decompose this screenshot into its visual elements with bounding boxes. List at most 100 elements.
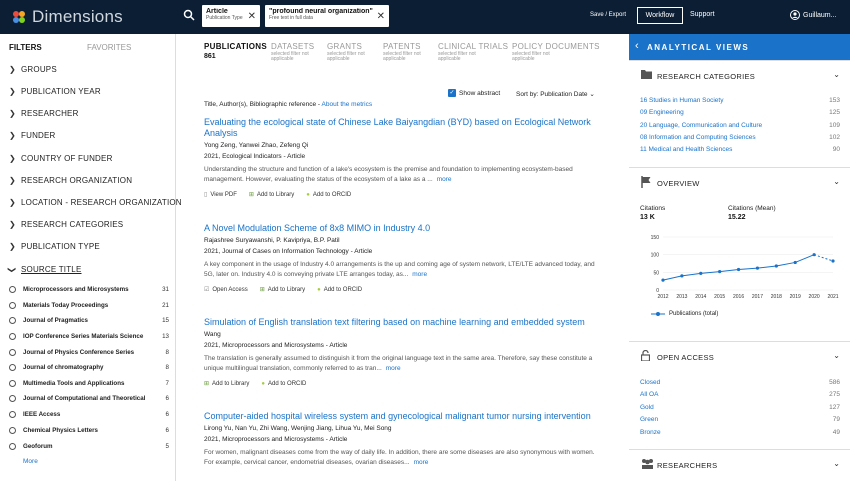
category-row[interactable]: 08 Information and Computing Sciences 102 bbox=[640, 134, 840, 141]
category-row[interactable]: 09 Engineering 125 bbox=[640, 109, 840, 116]
close-icon[interactable]: ✕ bbox=[248, 11, 256, 22]
show-abstract-toggle[interactable]: ✓ Show abstract bbox=[448, 89, 500, 97]
radio-icon[interactable] bbox=[9, 316, 16, 324]
sort-dropdown[interactable]: Sort by: Publication Date ⌄ bbox=[516, 90, 595, 98]
category-row[interactable]: 11 Medical and Health Sciences 90 bbox=[640, 146, 840, 153]
search-icon[interactable] bbox=[183, 9, 195, 21]
open-access-row[interactable]: All OA 275 bbox=[640, 391, 840, 398]
open-access-row[interactable]: Closed 586 bbox=[640, 379, 840, 386]
oa-name[interactable]: Gold bbox=[640, 404, 654, 411]
oa-name[interactable]: Closed bbox=[640, 379, 660, 386]
add-to-library-button[interactable]: ⊞ Add to Library bbox=[260, 286, 305, 294]
user-menu[interactable]: Guillaum... bbox=[790, 10, 836, 20]
radio-icon[interactable] bbox=[9, 426, 16, 434]
view-pdf-button[interactable]: ▯ View PDF bbox=[204, 191, 237, 199]
filter-chip-publication-type[interactable]: Article Publication Type ✕ bbox=[202, 5, 260, 27]
source-option[interactable]: Multimedia Tools and Applications 7 bbox=[9, 377, 169, 389]
radio-icon[interactable] bbox=[9, 285, 16, 293]
checkbox-checked-icon[interactable]: ✓ bbox=[448, 89, 456, 97]
tab-policy-documents[interactable]: POLICY DOCUMENTS selected filter not appl… bbox=[512, 42, 600, 62]
facet-publication-year[interactable]: ❯ PUBLICATION YEAR bbox=[9, 87, 101, 96]
more-link[interactable]: more bbox=[386, 365, 401, 372]
radio-icon[interactable] bbox=[9, 442, 16, 450]
result-title[interactable]: A Novel Modulation Scheme of 8x8 MIMO in… bbox=[204, 223, 604, 234]
tab-datasets[interactable]: DATASETS selected filter not applicable bbox=[271, 42, 317, 62]
category-row[interactable]: 16 Studies in Human Society 153 bbox=[640, 97, 840, 104]
tab-filters[interactable]: FILTERS bbox=[9, 43, 89, 52]
oa-name[interactable]: All OA bbox=[640, 391, 658, 398]
analytical-views-header[interactable]: ‹ ANALYTICAL VIEWS bbox=[629, 34, 850, 60]
section-overview[interactable]: OVERVIEW ⌄ bbox=[629, 167, 850, 197]
radio-icon[interactable] bbox=[9, 379, 16, 387]
facet-research-organization[interactable]: ❯ RESEARCH ORGANIZATION bbox=[9, 176, 132, 185]
tab-patents[interactable]: PATENTS selected filter not applicable bbox=[383, 42, 429, 62]
facet-location-research-organization[interactable]: ❯ LOCATION - RESEARCH ORGANIZATION bbox=[9, 198, 182, 207]
facet-country-of-funder[interactable]: ❯ COUNTRY OF FUNDER bbox=[9, 154, 113, 163]
source-option[interactable]: Geoforum 5 bbox=[9, 440, 169, 452]
source-option[interactable]: Journal of chromatography 8 bbox=[9, 361, 169, 373]
source-option[interactable]: Chemical Physics Letters 6 bbox=[9, 424, 169, 436]
source-option[interactable]: IEEE Access 6 bbox=[9, 408, 169, 420]
radio-icon[interactable] bbox=[9, 301, 16, 309]
facet-publication-type[interactable]: ❯ PUBLICATION TYPE bbox=[9, 242, 100, 251]
open-access-row[interactable]: Green 79 bbox=[640, 416, 840, 423]
source-option[interactable]: Journal of Computational and Theoretical… bbox=[9, 392, 169, 404]
section-open-access[interactable]: OPEN ACCESS ⌄ bbox=[629, 341, 850, 371]
add-to-orcid-button[interactable]: ● Add to ORCID bbox=[306, 192, 351, 198]
workflow-button[interactable]: Workflow bbox=[637, 7, 683, 24]
radio-icon[interactable] bbox=[9, 394, 16, 402]
category-name[interactable]: 11 Medical and Health Sciences bbox=[640, 146, 732, 153]
tab-publications[interactable]: PUBLICATIONS 861 bbox=[204, 42, 267, 60]
result-title[interactable]: Simulation of English translation text f… bbox=[204, 317, 604, 328]
more-sources-link[interactable]: More bbox=[23, 458, 38, 465]
source-count: 6 bbox=[165, 426, 169, 434]
source-option[interactable]: Journal of Pragmatics 15 bbox=[9, 314, 169, 326]
chevron-left-icon[interactable]: ‹ bbox=[635, 40, 639, 52]
open-access-row[interactable]: Bronze 49 bbox=[640, 429, 840, 436]
category-name[interactable]: 08 Information and Computing Sciences bbox=[640, 134, 756, 141]
open-access-badge[interactable]: ☑ Open Access bbox=[204, 286, 248, 294]
radio-icon[interactable] bbox=[9, 332, 16, 340]
result-title[interactable]: Evaluating the ecological state of Chine… bbox=[204, 117, 604, 139]
add-to-orcid-button[interactable]: ● Add to ORCID bbox=[261, 381, 306, 387]
close-icon[interactable]: ✕ bbox=[377, 11, 385, 22]
tab-grants[interactable]: GRANTS selected filter not applicable bbox=[327, 42, 373, 62]
add-to-orcid-button[interactable]: ● Add to ORCID bbox=[317, 287, 362, 293]
more-link[interactable]: more bbox=[437, 176, 452, 183]
facet-source-title[interactable]: ❯ SOURCE TITLE bbox=[8, 265, 82, 274]
radio-icon[interactable] bbox=[9, 363, 16, 371]
open-access-row[interactable]: Gold 127 bbox=[640, 404, 840, 411]
about-metrics-link[interactable]: About the metrics bbox=[322, 101, 373, 108]
facet-researcher[interactable]: ❯ RESEARCHER bbox=[9, 109, 79, 118]
section-researchers[interactable]: RESEARCHERS ⌄ bbox=[629, 449, 850, 479]
add-to-library-button[interactable]: ⊞ Add to Library bbox=[249, 191, 294, 199]
radio-icon[interactable] bbox=[9, 348, 16, 356]
more-link[interactable]: more bbox=[412, 271, 427, 278]
facet-funder[interactable]: ❯ FUNDER bbox=[9, 131, 56, 140]
tab-clinical-trials[interactable]: CLINICAL TRIALS selected filter not appli… bbox=[438, 42, 508, 62]
category-row[interactable]: 20 Language, Communication and Culture 10… bbox=[640, 122, 840, 129]
tab-label: GRANTS bbox=[327, 42, 363, 51]
source-option[interactable]: IOP Conference Series Materials Science 1… bbox=[9, 330, 169, 342]
tab-favorites[interactable]: FAVORITES bbox=[87, 43, 167, 52]
facet-groups[interactable]: ❯ GROUPS bbox=[9, 65, 57, 74]
more-link[interactable]: more bbox=[414, 459, 429, 466]
source-option[interactable]: Journal of Physics Conference Series 8 bbox=[9, 346, 169, 358]
dimensions-logo[interactable]: Dimensions bbox=[10, 7, 123, 27]
filter-chip-free-text[interactable]: "profound neural organization" ... Free … bbox=[265, 5, 389, 27]
category-name[interactable]: 16 Studies in Human Society bbox=[640, 97, 723, 104]
category-count: 109 bbox=[829, 122, 840, 129]
category-name[interactable]: 09 Engineering bbox=[640, 109, 684, 116]
facet-research-categories[interactable]: ❯ RESEARCH CATEGORIES bbox=[9, 220, 123, 229]
support-link[interactable]: Support bbox=[690, 11, 715, 18]
oa-name[interactable]: Green bbox=[640, 416, 658, 423]
source-option[interactable]: Materials Today Proceedings 21 bbox=[9, 299, 169, 311]
radio-icon[interactable] bbox=[9, 410, 16, 418]
result-title[interactable]: Computer-aided hospital wireless system … bbox=[204, 411, 604, 422]
section-research-categories[interactable]: RESEARCH CATEGORIES ⌄ bbox=[629, 60, 850, 90]
oa-name[interactable]: Bronze bbox=[640, 429, 661, 436]
category-name[interactable]: 20 Language, Communication and Culture bbox=[640, 122, 762, 129]
save-export-button[interactable]: Save / Export bbox=[590, 12, 626, 18]
source-option[interactable]: Microprocessors and Microsystems 31 bbox=[9, 283, 169, 295]
add-to-library-button[interactable]: ⊞ Add to Library bbox=[204, 380, 249, 388]
